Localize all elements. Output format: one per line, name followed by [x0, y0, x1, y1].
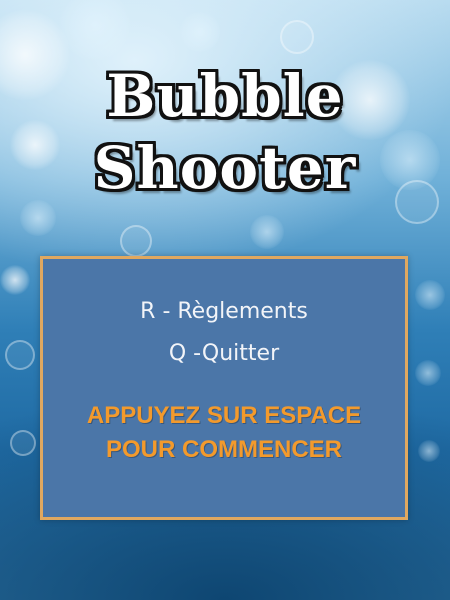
- bokeh-bubble: [280, 20, 314, 54]
- bokeh-bubble: [415, 360, 441, 386]
- bokeh-bubble: [0, 265, 30, 295]
- start-prompt-line-2: POUR COMMENCER: [105, 436, 342, 463]
- bokeh-bubble: [418, 440, 440, 462]
- game-screen: Bubble Shooter R - Règlements Q -Quitter…: [0, 0, 450, 600]
- bokeh-bubble: [120, 225, 152, 257]
- rules-option[interactable]: R - Règlements: [43, 299, 405, 324]
- start-prompt-line-1: APPUYEZ SUR ESPACE: [86, 402, 362, 429]
- bokeh-bubble: [5, 340, 35, 370]
- bokeh-bubble: [415, 280, 445, 310]
- quit-option[interactable]: Q -Quitter: [43, 341, 405, 366]
- title-line-1: Bubble: [106, 62, 344, 130]
- title-line-2: Shooter: [93, 134, 357, 202]
- bokeh-bubble: [180, 12, 220, 52]
- bokeh-bubble: [20, 200, 56, 236]
- bokeh-bubble: [60, 0, 130, 60]
- bokeh-bubble: [250, 215, 284, 249]
- game-title: Bubble Shooter: [0, 60, 450, 204]
- main-menu-panel: R - Règlements Q -Quitter APPUYEZ SUR ES…: [40, 256, 408, 520]
- bokeh-bubble: [10, 430, 36, 456]
